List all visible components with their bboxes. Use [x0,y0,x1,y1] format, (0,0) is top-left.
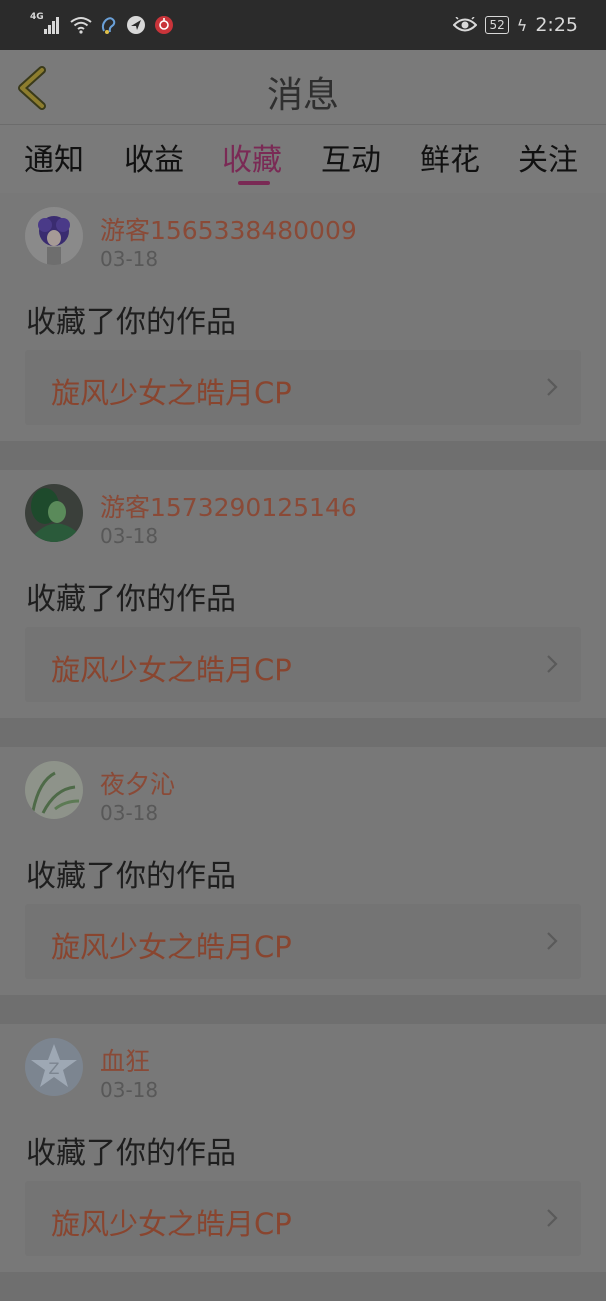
status-right: 52 ϟ 2:25 [453,10,578,40]
timestamp: 03-18 [100,1078,159,1102]
work-title: 旋风少女之皓月CP [51,376,292,410]
tab-earnings[interactable]: 收益 [124,135,184,185]
chevron-right-icon [547,932,558,950]
chevron-right-icon [547,1209,558,1227]
tab-interactions[interactable]: 互动 [321,135,381,185]
wifi-icon [70,17,92,34]
navigation-app-icon [127,16,145,34]
username[interactable]: 夜夕沁 [100,765,175,801]
avatar[interactable]: Z [25,1038,83,1096]
username[interactable]: 游客1565338480009 [100,211,357,247]
tab-favorites[interactable]: 收藏 [222,135,282,185]
status-bar: 4G 52 ϟ 2:25 [0,0,606,50]
charging-icon: ϟ [516,15,528,35]
avatar[interactable] [25,761,83,819]
work-link[interactable]: 旋风少女之皓月CP [25,1181,581,1256]
eye-comfort-icon [453,17,478,32]
music-app-icon [155,16,173,34]
battery-icon: 52 [485,16,509,34]
username[interactable]: 游客1573290125146 [100,488,357,524]
clock: 2:25 [535,14,578,36]
action-text: 收藏了你的作品 [26,859,236,894]
action-text: 收藏了你的作品 [26,582,236,617]
timestamp: 03-18 [100,801,159,825]
chevron-right-icon [547,378,558,396]
list-item: 游客1565338480009 03-18 收藏了你的作品 旋风少女之皓月CP [0,193,606,470]
active-tab-indicator [238,181,270,185]
svg-text:Z: Z [49,1059,60,1078]
header: 消息 [0,50,606,125]
tab-follows[interactable]: 关注 [518,135,578,185]
favorites-list: 游客1565338480009 03-18 收藏了你的作品 旋风少女之皓月CP … [0,193,606,1301]
work-title: 旋风少女之皓月CP [51,1207,292,1241]
network-type: 4G [30,12,44,22]
work-title: 旋风少女之皓月CP [51,930,292,964]
action-text: 收藏了你的作品 [26,1136,236,1171]
work-title: 旋风少女之皓月CP [51,653,292,687]
tab-flowers[interactable]: 鲜花 [420,135,480,185]
action-text: 收藏了你的作品 [26,305,236,340]
list-item: 夜夕沁 03-18 收藏了你的作品 旋风少女之皓月CP [0,747,606,1024]
app-notification-icon [101,17,116,34]
timestamp: 03-18 [100,247,159,271]
status-left: 4G [30,10,174,40]
timestamp: 03-18 [100,524,159,548]
cell-signal-icon: 4G [30,12,62,36]
page-title: 消息 [266,75,339,116]
list-item: 游客1573290125146 03-18 收藏了你的作品 旋风少女之皓月CP [0,470,606,747]
work-link[interactable]: 旋风少女之皓月CP [25,904,581,979]
avatar[interactable] [25,484,83,542]
tab-bar: 通知 收益 收藏 互动 鲜花 关注 [0,125,606,193]
username[interactable]: 血狂 [100,1042,150,1078]
list-item: Z 血狂 03-18 收藏了你的作品 旋风少女之皓月CP [0,1024,606,1301]
work-link[interactable]: 旋风少女之皓月CP [25,350,581,425]
avatar[interactable] [25,207,83,265]
tab-notifications[interactable]: 通知 [24,135,84,185]
work-link[interactable]: 旋风少女之皓月CP [25,627,581,702]
chevron-right-icon [547,655,558,673]
